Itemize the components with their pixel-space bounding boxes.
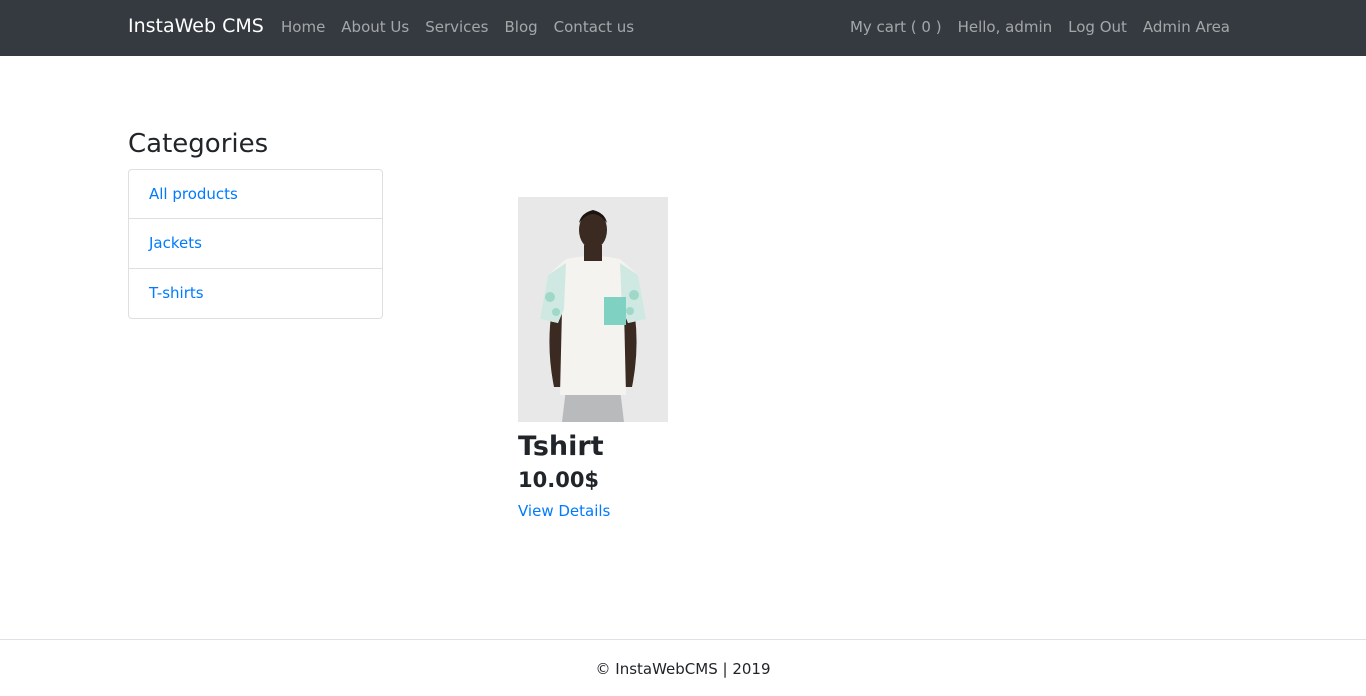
brand-link[interactable]: InstaWeb CMS bbox=[128, 15, 264, 37]
nav-log-out[interactable]: Log Out bbox=[1068, 18, 1127, 36]
nav-home[interactable]: Home bbox=[281, 18, 325, 36]
product-image[interactable] bbox=[518, 197, 668, 422]
navbar: InstaWeb CMS Home About Us Services Blog… bbox=[0, 0, 1366, 56]
nav-my-cart[interactable]: My cart ( 0 ) bbox=[850, 18, 942, 36]
footer-copyright: © InstaWebCMS | 2019 bbox=[595, 660, 771, 678]
product-name: Tshirt bbox=[518, 431, 604, 462]
product-price: 10.00$ bbox=[518, 468, 600, 492]
category-all-products[interactable]: All products bbox=[128, 169, 383, 219]
nav-about-us[interactable]: About Us bbox=[341, 18, 409, 36]
nav-services[interactable]: Services bbox=[425, 18, 488, 36]
footer: © InstaWebCMS | 2019 bbox=[0, 639, 1366, 696]
category-list: All products Jackets T-shirts bbox=[128, 169, 383, 319]
main-nav: Home About Us Services Blog Contact us bbox=[281, 18, 634, 36]
product-card: Tshirt 10.00$ View Details bbox=[518, 197, 668, 520]
nav-contact-us[interactable]: Contact us bbox=[554, 18, 634, 36]
nav-user-greeting[interactable]: Hello, admin bbox=[958, 18, 1053, 36]
categories-title: Categories bbox=[128, 129, 269, 159]
nav-admin-area[interactable]: Admin Area bbox=[1143, 18, 1230, 36]
view-details-link[interactable]: View Details bbox=[518, 502, 610, 520]
user-nav: My cart ( 0 ) Hello, admin Log Out Admin… bbox=[850, 18, 1230, 36]
nav-blog[interactable]: Blog bbox=[504, 18, 537, 36]
tshirt-photo-icon bbox=[518, 197, 668, 422]
category-t-shirts[interactable]: T-shirts bbox=[128, 269, 383, 319]
category-jackets[interactable]: Jackets bbox=[128, 219, 383, 269]
